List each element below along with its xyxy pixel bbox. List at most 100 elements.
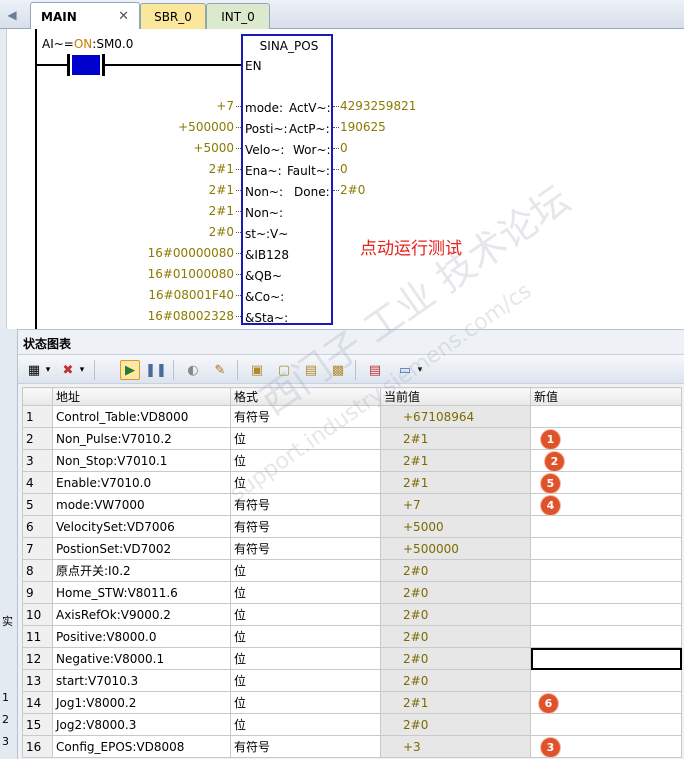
- contact-sm0-0[interactable]: [72, 55, 100, 75]
- output-value-work[interactable]: 0: [340, 141, 348, 155]
- new-value-cell[interactable]: [530, 625, 682, 648]
- new-value-cell[interactable]: 4: [530, 493, 682, 516]
- output-value-done[interactable]: 2#0: [340, 183, 365, 197]
- table-row[interactable]: 11 Positive:V8000.0 位 2#0: [22, 625, 682, 648]
- format-cell[interactable]: 有符号: [230, 405, 381, 428]
- table-row[interactable]: 4 Enable:V7010.0 位 2#1 5: [22, 471, 682, 494]
- format-cell[interactable]: 位: [230, 691, 381, 714]
- format-cell[interactable]: 位: [230, 647, 381, 670]
- input-value-status[interactable]: 16#08002328: [148, 309, 234, 323]
- address-cell[interactable]: Positive:V8000.0: [52, 625, 231, 648]
- output-value-actp[interactable]: 190625: [340, 120, 386, 134]
- column-header-format[interactable]: 格式: [230, 387, 381, 406]
- format-cell[interactable]: 位: [230, 669, 381, 692]
- left-collapsed-panel[interactable]: 实 1 2 3: [0, 329, 18, 759]
- new-value-cell[interactable]: 5: [530, 471, 682, 494]
- table-row[interactable]: 14 Jog1:V8000.2 位 2#1 6: [22, 691, 682, 714]
- table-row[interactable]: 9 Home_STW:V8011.6 位 2#0: [22, 581, 682, 604]
- input-value-velocity[interactable]: +5000: [193, 141, 234, 155]
- address-cell[interactable]: PostionSet:VD7002: [52, 537, 231, 560]
- format-cell[interactable]: 位: [230, 603, 381, 626]
- input-value-non-pulse[interactable]: 2#1: [209, 183, 234, 197]
- table-row[interactable]: 3 Non_Stop:V7010.1 位 2#1 2: [22, 449, 682, 472]
- new-value-cell[interactable]: 2: [530, 449, 682, 472]
- new-value-cell[interactable]: [530, 559, 682, 582]
- read-icon[interactable]: ◐: [183, 360, 203, 380]
- table-row[interactable]: 2 Non_Pulse:V7010.2 位 2#1 1: [22, 427, 682, 450]
- column-header-current[interactable]: 当前值: [380, 387, 531, 406]
- pencil-icon[interactable]: ✎: [210, 360, 230, 380]
- chevron-down-icon[interactable]: ▾: [76, 360, 88, 380]
- column-header-address[interactable]: 地址: [52, 387, 231, 406]
- column-header-new[interactable]: 新值: [530, 387, 682, 406]
- format-cell[interactable]: 位: [230, 625, 381, 648]
- input-value-non-stop[interactable]: 2#1: [209, 204, 234, 218]
- ladder-editor[interactable]: AI~=ON:SM0.0 SINA_POS EN mode: Posti~: V…: [0, 29, 684, 329]
- format-cell[interactable]: 位: [230, 449, 381, 472]
- function-block-sina-pos[interactable]: SINA_POS EN mode: Posti~: Velo~: Ena~: N…: [241, 34, 333, 325]
- format-cell[interactable]: 有符号: [230, 493, 381, 516]
- delete-row-icon[interactable]: ✖: [58, 360, 78, 380]
- address-cell[interactable]: 原点开关:I0.2: [52, 559, 231, 582]
- tooltip-icon[interactable]: ▭: [395, 360, 415, 380]
- tab-sbr0[interactable]: SBR_0: [140, 3, 206, 29]
- pause-icon[interactable]: ❚❚: [145, 360, 167, 380]
- address-cell[interactable]: start:V7010.3: [52, 669, 231, 692]
- address-cell[interactable]: Config_EPOS:VD8008: [52, 735, 231, 758]
- input-value-enable[interactable]: 2#1: [209, 162, 234, 176]
- chart-monitor-icon[interactable]: ▶: [120, 360, 140, 380]
- address-cell[interactable]: Control_Table:VD8000: [52, 405, 231, 428]
- table-row[interactable]: 6 VelocitySet:VD7006 有符号 +5000: [22, 515, 682, 538]
- tab-main[interactable]: MAIN ✕: [30, 2, 140, 30]
- format-cell[interactable]: 位: [230, 471, 381, 494]
- chevron-down-icon[interactable]: ▾: [42, 360, 54, 380]
- tab-scroll-left-icon[interactable]: ◀: [0, 0, 24, 29]
- new-value-cell[interactable]: [530, 405, 682, 428]
- insert-row-icon[interactable]: ▦: [24, 360, 44, 380]
- unlock-icon[interactable]: ▢: [274, 360, 294, 380]
- input-value-position[interactable]: +500000: [178, 120, 234, 134]
- input-value-mode[interactable]: +7: [216, 99, 234, 113]
- new-value-cell[interactable]: [530, 647, 682, 670]
- output-value-actv[interactable]: 4293259821: [340, 99, 416, 113]
- new-value-cell[interactable]: [530, 581, 682, 604]
- lock-icon[interactable]: ▣: [247, 360, 267, 380]
- address-cell[interactable]: Non_Pulse:V7010.2: [52, 427, 231, 450]
- address-cell[interactable]: Non_Stop:V7010.1: [52, 449, 231, 472]
- table-row[interactable]: 13 start:V7010.3 位 2#0: [22, 669, 682, 692]
- new-value-cell[interactable]: [530, 669, 682, 692]
- address-cell[interactable]: Enable:V7010.0: [52, 471, 231, 494]
- address-cell[interactable]: Home_STW:V8011.6: [52, 581, 231, 604]
- address-cell[interactable]: Jog2:V8000.3: [52, 713, 231, 736]
- address-cell[interactable]: VelocitySet:VD7006: [52, 515, 231, 538]
- new-value-cell[interactable]: 1: [530, 427, 682, 450]
- input-value-start[interactable]: 2#0: [209, 225, 234, 239]
- read-forced-icon[interactable]: ▩: [328, 360, 348, 380]
- new-value-cell[interactable]: 6: [530, 691, 682, 714]
- new-value-cell[interactable]: [530, 603, 682, 626]
- table-row[interactable]: 5 mode:VW7000 有符号 +7 4: [22, 493, 682, 516]
- table-row[interactable]: 1 Control_Table:VD8000 有符号 +67108964: [22, 405, 682, 428]
- format-cell[interactable]: 有符号: [230, 515, 381, 538]
- address-cell[interactable]: Jog1:V8000.2: [52, 691, 231, 714]
- new-value-cell[interactable]: [530, 515, 682, 538]
- input-value-ib[interactable]: 16#00000080: [148, 246, 234, 260]
- address-cell[interactable]: AxisRefOk:V9000.2: [52, 603, 231, 626]
- table-row[interactable]: 15 Jog2:V8000.3 位 2#0: [22, 713, 682, 736]
- table-row[interactable]: 12 Negative:V8000.1 位 2#0: [22, 647, 682, 670]
- format-cell[interactable]: 位: [230, 713, 381, 736]
- tab-int0[interactable]: INT_0: [206, 3, 270, 29]
- format-cell[interactable]: 有符号: [230, 537, 381, 560]
- trend-chart-icon[interactable]: ▤: [365, 360, 385, 380]
- format-cell[interactable]: 有符号: [230, 735, 381, 758]
- new-value-cell[interactable]: [530, 713, 682, 736]
- close-icon[interactable]: ✕: [118, 9, 129, 24]
- table-row[interactable]: 7 PostionSet:VD7002 有符号 +500000: [22, 537, 682, 560]
- input-value-config[interactable]: 16#08001F40: [148, 288, 234, 302]
- chevron-down-icon[interactable]: ▾: [414, 360, 426, 380]
- table-row[interactable]: 16 Config_EPOS:VD8008 有符号 +3 3: [22, 735, 682, 758]
- unlock-all-icon[interactable]: ▤: [301, 360, 321, 380]
- input-value-qb[interactable]: 16#01000080: [148, 267, 234, 281]
- format-cell[interactable]: 位: [230, 559, 381, 582]
- format-cell[interactable]: 位: [230, 581, 381, 604]
